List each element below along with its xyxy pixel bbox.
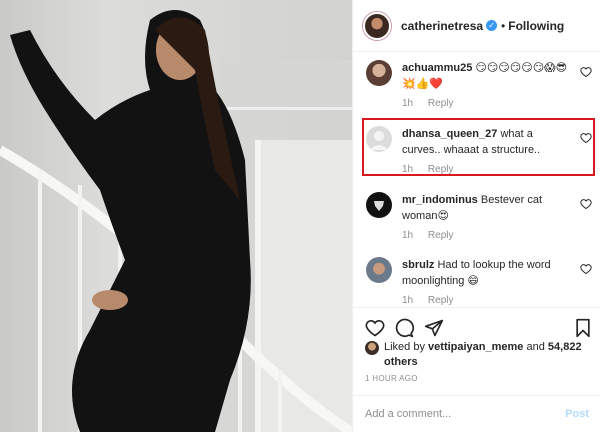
liker-username[interactable]: vettipaiyan_meme [428, 341, 523, 353]
comment-body: achuammu25 😏😏😏😏😏😏😱😎💥👍❤️ [402, 60, 572, 92]
likes-and: and [526, 341, 545, 353]
reply-button[interactable]: Reply [428, 98, 454, 109]
comment-item: mr_indominus Bestever cat woman😍 1h Repl… [362, 192, 592, 242]
following-button[interactable]: Following [508, 19, 564, 33]
header-separator: • [501, 18, 506, 33]
commenter-username[interactable]: achuammu25 [402, 62, 472, 74]
author-avatar[interactable] [363, 11, 391, 40]
commenter-username[interactable]: sbrulz [402, 259, 434, 271]
add-comment-input[interactable]: Add a comment... [365, 408, 451, 420]
post-comment-button[interactable]: Post [565, 408, 589, 420]
heart-icon[interactable] [580, 198, 592, 210]
comment-age: 1h [402, 295, 414, 306]
comment-body: mr_indominus Bestever cat woman😍 [402, 192, 572, 224]
comment-age: 1h [402, 230, 414, 241]
commenter-username[interactable]: mr_indominus [402, 194, 478, 206]
liker-avatar[interactable] [365, 341, 379, 355]
like-heart-icon[interactable] [365, 318, 385, 338]
commenter-avatar[interactable] [366, 192, 392, 218]
post-header: catherinetresa ✓ • Following [353, 0, 600, 52]
add-comment-bar: Add a comment... Post [352, 395, 600, 432]
comment-meta: 1h Reply [402, 230, 465, 241]
likes-prefix: Liked by [384, 341, 425, 353]
heart-icon[interactable] [580, 66, 592, 78]
author-username[interactable]: catherinetresa [401, 19, 483, 33]
commenter-avatar[interactable] [366, 60, 392, 86]
verified-badge-icon: ✓ [486, 20, 498, 31]
comment-body: sbrulz Had to lookup the word moonlighti… [402, 257, 572, 289]
heart-icon[interactable] [580, 263, 592, 275]
post-time-ago[interactable]: 1 HOUR AGO [365, 374, 418, 383]
comment-highlight-box [362, 118, 595, 176]
comment-meta: 1h Reply [402, 98, 465, 109]
comment-item: sbrulz Had to lookup the word moonlighti… [362, 257, 592, 307]
commenter-avatar[interactable] [366, 257, 392, 283]
staircase-and-person-illustration [0, 10, 352, 432]
comment-meta: 1h Reply [402, 295, 465, 306]
comment-item: achuammu25 😏😏😏😏😏😏😱😎💥👍❤️ 1h Reply [362, 60, 592, 115]
post-photo[interactable] [0, 0, 352, 432]
bookmark-icon[interactable] [573, 318, 593, 338]
likes-summary: Liked by vettipaiyan_meme and 54,822 oth… [365, 340, 595, 370]
share-icon[interactable] [424, 318, 444, 338]
comment-icon[interactable] [394, 318, 414, 338]
comment-age: 1h [402, 98, 414, 109]
reply-button[interactable]: Reply [428, 295, 454, 306]
reply-button[interactable]: Reply [428, 230, 454, 241]
